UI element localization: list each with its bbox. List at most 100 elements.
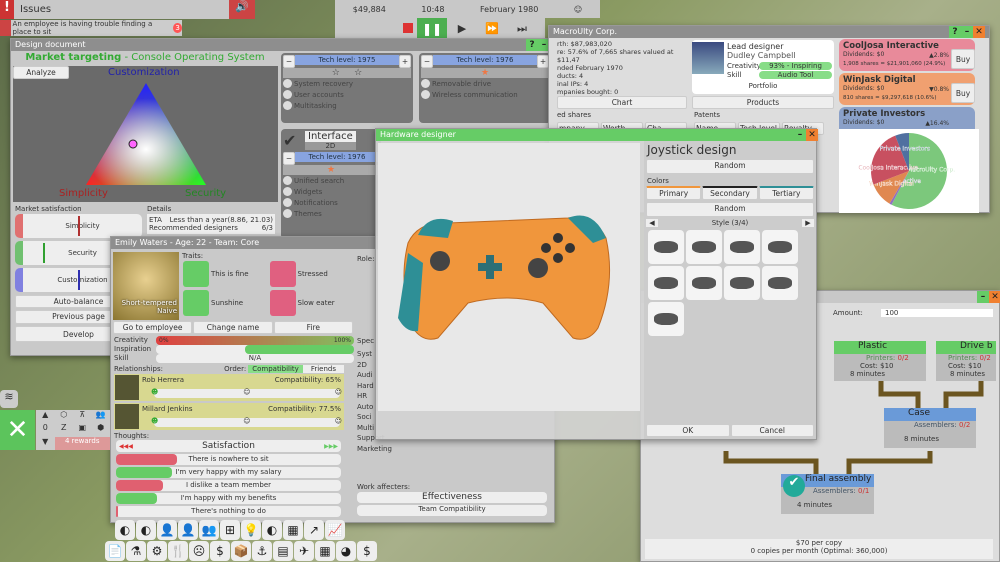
blueprint-icon[interactable]: ▣ xyxy=(73,423,92,436)
joystick-style-option[interactable] xyxy=(724,230,760,264)
toolbar-icon[interactable]: ◐ xyxy=(115,520,135,540)
random-color-button[interactable]: Random xyxy=(646,202,814,217)
toolbar-icon[interactable]: ⚙ xyxy=(147,541,167,561)
joystick-style-option[interactable] xyxy=(686,266,722,300)
toolbar-icon[interactable]: $ xyxy=(357,541,377,561)
cancel-button[interactable]: Cancel xyxy=(730,424,814,437)
checkbox-icon[interactable] xyxy=(283,79,292,88)
toolbar-icon[interactable]: ⚓ xyxy=(252,541,272,561)
mood-icon[interactable]: ☺ xyxy=(574,5,582,14)
people-icon[interactable]: 👥 xyxy=(92,410,111,423)
feature-checkbox[interactable]: Unified search xyxy=(283,175,379,186)
checkbox-icon[interactable] xyxy=(421,90,430,99)
fire-button[interactable]: Fire xyxy=(273,321,353,334)
change-name-button[interactable]: Change name xyxy=(193,321,273,334)
feature-checkbox[interactable]: Multitasking xyxy=(283,100,411,111)
toolbar-icon[interactable]: 👤 xyxy=(157,520,177,540)
fastest-button[interactable]: ⏭ xyxy=(507,18,537,40)
checkbox-icon[interactable] xyxy=(421,79,430,88)
relationship-item[interactable]: Rob Herrera Compatibility: 65% ☻ ☺ ☺ xyxy=(114,374,344,401)
pause-button[interactable]: ❚❚ xyxy=(417,18,447,40)
issue-item[interactable]: An employee is having trouble finding a … xyxy=(0,20,182,36)
toolbar-icon[interactable]: ☹ xyxy=(189,541,209,561)
close-button[interactable]: ✕ xyxy=(806,129,818,141)
down-arrow-icon[interactable]: ▼ xyxy=(36,437,55,450)
tertiary-color-button[interactable]: Tertiary xyxy=(758,186,814,200)
toolbar-icon[interactable]: $ xyxy=(210,541,230,561)
furniture-icon[interactable]: ⬢ xyxy=(92,423,111,436)
secondary-color-button[interactable]: Secondary xyxy=(702,186,758,200)
buy-button[interactable]: Buy xyxy=(951,83,975,103)
feature-checkbox[interactable]: Removable drive xyxy=(421,78,549,89)
decrease-tech-button[interactable]: − xyxy=(421,55,433,68)
help-button[interactable]: ? xyxy=(949,26,961,38)
sort-friends-tab[interactable]: Friends xyxy=(302,365,344,373)
feature-checkbox[interactable]: System recovery xyxy=(283,78,411,89)
buy-button[interactable]: Buy xyxy=(951,49,975,69)
joystick-style-option[interactable] xyxy=(762,230,798,264)
toolbar-icon[interactable]: 👥 xyxy=(199,520,219,540)
increase-tech-button[interactable]: + xyxy=(399,55,411,68)
toolbar-icon[interactable]: 💡 xyxy=(241,520,261,540)
toolbar-icon[interactable]: ◐ xyxy=(262,520,282,540)
toolbar-icon[interactable]: ▤ xyxy=(273,541,293,561)
up-arrow-icon[interactable]: ▲ xyxy=(36,410,55,423)
joystick-style-option[interactable] xyxy=(724,266,760,300)
minimize-button[interactable]: – xyxy=(961,26,973,38)
checkbox-icon[interactable] xyxy=(283,176,292,185)
feature-checkbox[interactable]: Widgets xyxy=(283,186,379,197)
factory-node-final-assembly[interactable]: ✔ Final assembly Assemblers: 0/1 4 minutes xyxy=(781,474,874,514)
joystick-style-option[interactable] xyxy=(762,266,798,300)
chart-button[interactable]: Chart xyxy=(557,96,687,109)
issues-bar[interactable]: ! Issues 🔊 xyxy=(0,0,255,19)
help-button[interactable]: ? xyxy=(526,39,538,51)
decrease-tech-button[interactable]: − xyxy=(283,152,295,165)
toolbar-icon[interactable]: 📄 xyxy=(105,541,125,561)
joystick-style-option[interactable] xyxy=(648,230,684,264)
factory-node-plastic[interactable]: Plastic Printers: 0/2 Cost: $10 8 minutes xyxy=(834,341,926,381)
next-style-button[interactable]: ▶ xyxy=(802,219,814,227)
market-triangle[interactable] xyxy=(83,80,213,190)
competitor-card[interactable]: WinJask Digital Dividends: $0 ▼0.8% 810 sha… xyxy=(839,73,975,105)
factory-node-case[interactable]: Case Assemblers: 0/2 8 minutes xyxy=(884,408,976,448)
toolbar-icon[interactable]: ◐ xyxy=(136,520,156,540)
competitor-card[interactable]: CoolJosa Interactive Dividends: $0 ▲2.8% 1,… xyxy=(839,39,975,71)
go-to-employee-button[interactable]: Go to employee xyxy=(113,321,193,334)
play-button[interactable]: ▶ xyxy=(447,18,477,40)
build-tools-button[interactable]: ✕ xyxy=(0,410,35,450)
relationship-item[interactable]: Millard Jenkins Compatibility: 77.5% ☻ ☺ ☺ xyxy=(114,403,344,430)
primary-color-button[interactable]: Primary xyxy=(646,186,702,200)
toolbar-icon[interactable]: ✈ xyxy=(294,541,314,561)
portfolio-button[interactable]: Portfolio xyxy=(692,82,834,90)
feature-checkbox[interactable]: Wireless communication xyxy=(421,89,549,100)
sort-compatibility-tab[interactable]: Compatibility xyxy=(248,365,303,373)
checkbox-icon[interactable] xyxy=(283,198,292,207)
checkbox-icon[interactable] xyxy=(283,90,292,99)
3d-preview[interactable] xyxy=(378,143,640,411)
analyze-button[interactable]: Analyze xyxy=(13,66,69,79)
rewards-badge[interactable]: 4 rewards xyxy=(54,436,110,450)
toolbar-icon[interactable]: ⚗ xyxy=(126,541,146,561)
feature-checkbox[interactable]: Themes xyxy=(283,208,379,219)
path-icon[interactable]: Z xyxy=(55,423,74,436)
toolbar-icon[interactable]: 👤 xyxy=(178,520,198,540)
feature-checkbox[interactable]: User accounts xyxy=(283,89,411,100)
triangle-panel[interactable]: Analyze Customization Simplicity Securit… xyxy=(13,66,278,202)
fast-forward-button[interactable]: ⏩ xyxy=(477,18,507,40)
toolbar-icon[interactable]: 📈 xyxy=(325,520,345,540)
layers-button[interactable]: ≋ xyxy=(0,390,18,408)
factory-node-drive[interactable]: Drive b Printers: 0/2 Cost: $10 8 minutes xyxy=(936,341,996,381)
checkbox-icon[interactable] xyxy=(283,187,292,196)
products-button[interactable]: Products xyxy=(692,96,834,109)
box-icon[interactable]: ⬡ xyxy=(55,410,74,423)
checkmark-icon[interactable]: ✔ xyxy=(283,131,305,150)
room-icon[interactable]: ⊼ xyxy=(73,410,92,423)
prev-style-button[interactable]: ◀ xyxy=(646,219,658,227)
toolbar-icon[interactable]: 📦 xyxy=(231,541,251,561)
decrease-tech-button[interactable]: − xyxy=(283,55,295,68)
joystick-style-option[interactable] xyxy=(648,266,684,300)
random-design-button[interactable]: Random xyxy=(646,159,814,174)
toolbar-icon[interactable]: 🍴 xyxy=(168,541,188,561)
toolbar-icon[interactable]: ◕ xyxy=(336,541,356,561)
toolbar-icon[interactable]: ▦ xyxy=(283,520,303,540)
